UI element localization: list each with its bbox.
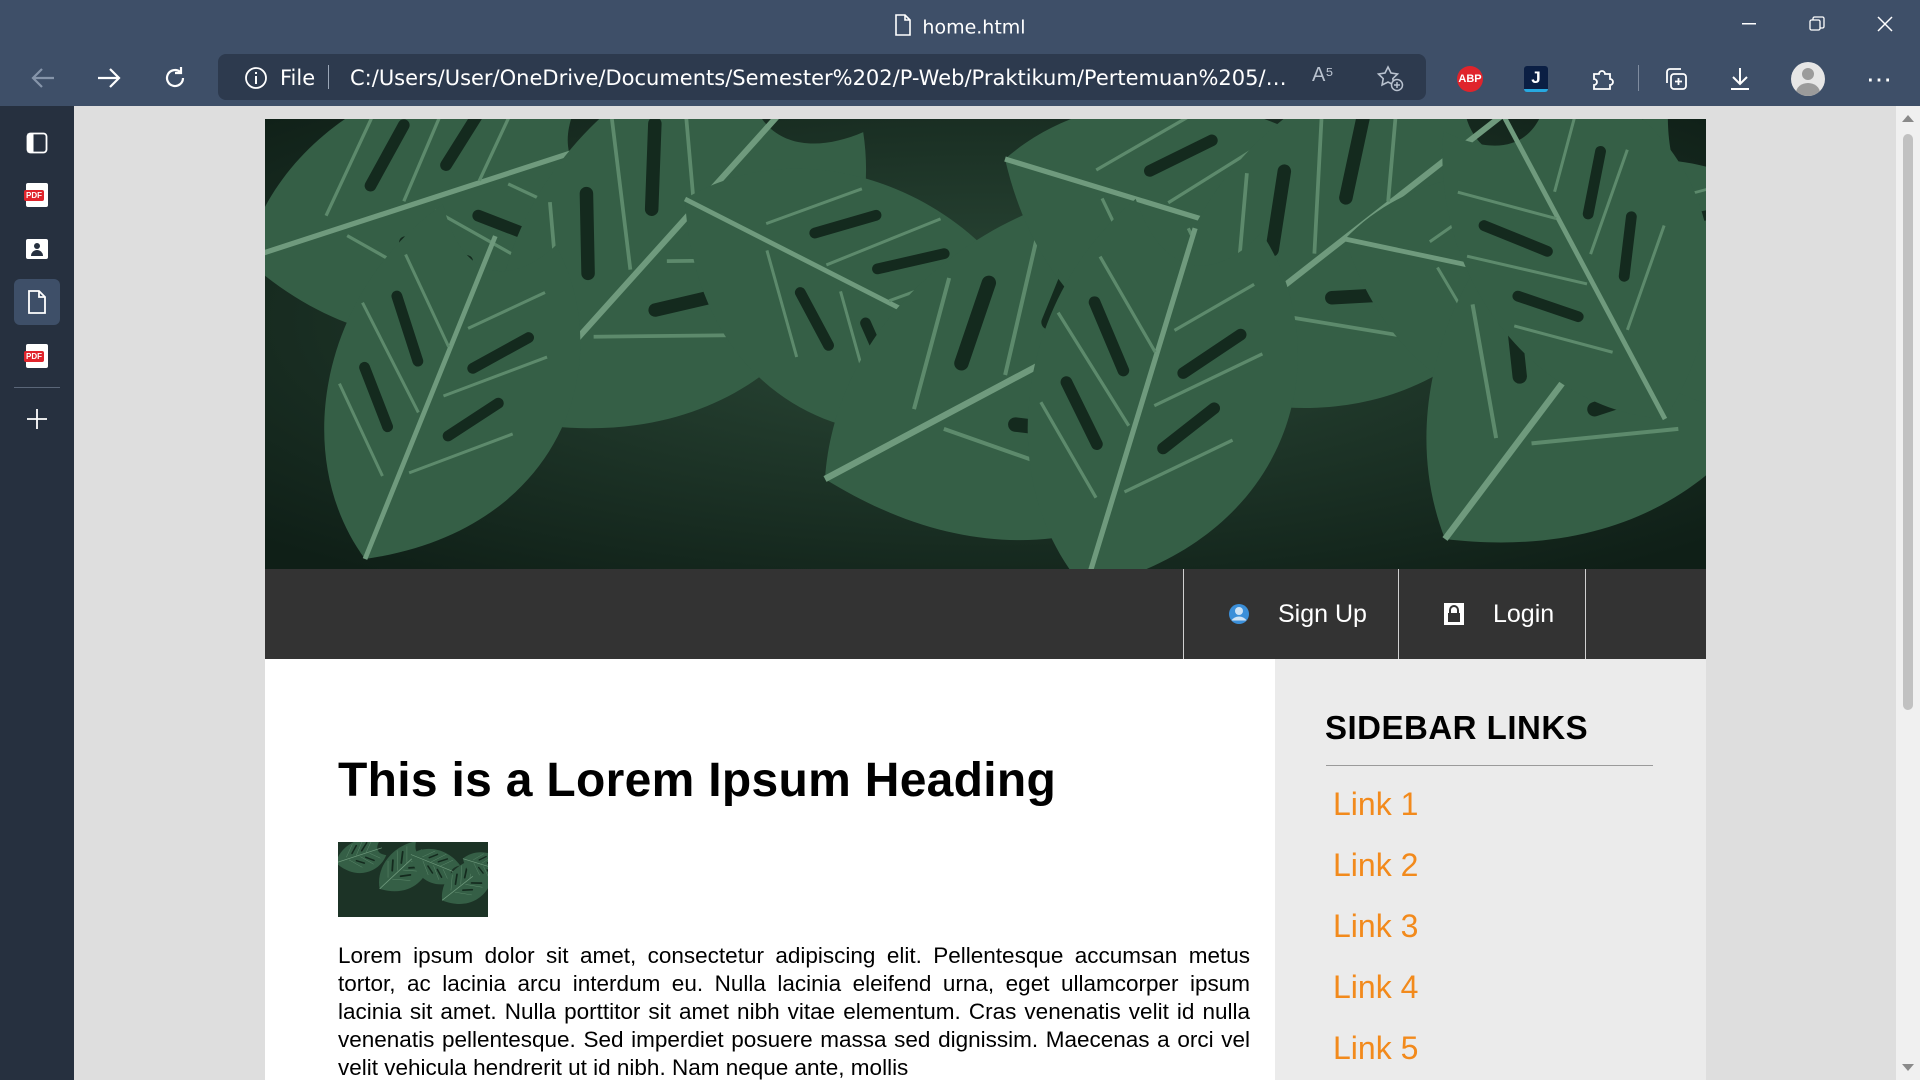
avatar	[1791, 62, 1825, 96]
collections-icon[interactable]	[1659, 62, 1693, 96]
sign-up-link[interactable]: Sign Up	[1183, 569, 1398, 659]
back-button[interactable]	[22, 58, 64, 98]
restore-button[interactable]	[1792, 8, 1842, 40]
lock-icon	[1443, 602, 1465, 626]
minimize-button[interactable]	[1724, 8, 1774, 40]
pdf-tab-icon[interactable]: PDF	[14, 172, 60, 218]
window-title-text: home.html	[922, 16, 1026, 39]
body-paragraph: Lorem ipsum dolor sit amet, consectetur …	[338, 943, 1250, 1080]
toolbar-divider	[1638, 65, 1639, 91]
page-heading: This is a Lorem Ipsum Heading	[338, 754, 1057, 807]
monstera-leaves-image	[265, 119, 1706, 569]
pdf-tab-icon[interactable]: PDF	[14, 333, 60, 379]
login-label: Login	[1493, 599, 1555, 628]
j-extension-icon[interactable]: J	[1519, 62, 1553, 96]
sidebar-link-5[interactable]: Link 5	[1333, 1030, 1418, 1067]
add-favorite-icon[interactable]	[1376, 64, 1404, 97]
tab-actions-icon[interactable]	[14, 120, 60, 166]
title-bar: home.html	[0, 0, 1920, 50]
downloads-icon[interactable]	[1723, 62, 1757, 96]
page-scrollbar[interactable]	[1896, 106, 1920, 1080]
adblock-extension-icon[interactable]: ABP	[1453, 62, 1487, 96]
address-divider	[328, 65, 329, 89]
extensions-icon[interactable]	[1585, 62, 1619, 96]
more-menu-icon[interactable]: ⋯	[1862, 62, 1896, 96]
contact-tab-icon[interactable]	[14, 226, 60, 272]
profile-icon[interactable]	[1791, 62, 1825, 96]
adblock-label: ABP	[1457, 66, 1483, 92]
scroll-down-arrow-icon[interactable]	[1902, 1064, 1914, 1071]
home-html-tab-icon[interactable]	[14, 279, 60, 325]
vertical-tabs-panel: PDF PDF	[0, 106, 74, 1080]
scroll-up-arrow-icon[interactable]	[1902, 115, 1914, 122]
top-navigation-bar: Sign Up Login	[265, 569, 1706, 659]
refresh-button[interactable]	[154, 58, 196, 98]
sidebar-title: SIDEBAR LINKS	[1325, 709, 1589, 746]
login-link[interactable]: Login	[1398, 569, 1586, 659]
hero-image	[265, 119, 1706, 569]
sidebar-link-1[interactable]: Link 1	[1333, 786, 1418, 823]
vertical-tabs-divider	[14, 387, 60, 388]
sidebar-link-3[interactable]: Link 3	[1333, 908, 1418, 945]
address-bar[interactable]: File C:/Users/User/OneDrive/Documents/Se…	[218, 54, 1426, 100]
j-extension-label: J	[1524, 66, 1548, 92]
url-text[interactable]: C:/Users/User/OneDrive/Documents/Semeste…	[350, 66, 1290, 90]
browser-toolbar: File C:/Users/User/OneDrive/Documents/Se…	[0, 50, 1920, 106]
scroll-thumb[interactable]	[1903, 134, 1913, 710]
sidebar-divider	[1326, 765, 1653, 766]
info-icon[interactable]	[244, 66, 268, 95]
page-wrapper: Sign Up Login This is a Lorem Ipsum Head…	[265, 119, 1706, 1080]
sidebar: SIDEBAR LINKS Link 1 Link 2 Link 3 Link …	[1275, 659, 1706, 1080]
main-content: This is a Lorem Ipsum Heading Lorem ipsu…	[265, 659, 1275, 1080]
sidebar-link-4[interactable]: Link 4	[1333, 969, 1418, 1006]
close-button[interactable]	[1860, 8, 1910, 40]
page-viewport: Sign Up Login This is a Lorem Ipsum Head…	[74, 106, 1896, 1080]
scheme-label: File	[280, 66, 316, 90]
user-icon	[1228, 603, 1250, 625]
sign-up-label: Sign Up	[1278, 599, 1367, 628]
document-icon	[894, 14, 912, 41]
read-aloud-icon[interactable]: A⁵	[1312, 64, 1334, 87]
thumbnail-image	[338, 842, 488, 917]
sidebar-link-2[interactable]: Link 2	[1333, 847, 1418, 884]
new-tab-icon[interactable]	[14, 396, 60, 442]
forward-button[interactable]	[88, 58, 130, 98]
window-title: home.html	[0, 14, 1920, 41]
